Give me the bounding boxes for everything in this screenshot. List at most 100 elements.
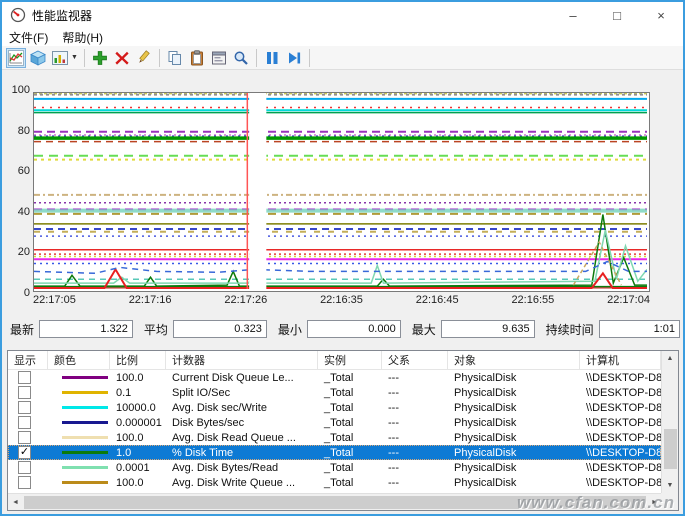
cell-counter: Current Disk Queue Le... bbox=[172, 371, 294, 384]
chart-canvas bbox=[34, 93, 647, 289]
chart-plot-area[interactable] bbox=[33, 92, 650, 292]
x-tick-label: 22:17:04 bbox=[607, 294, 650, 306]
scroll-left-icon[interactable]: ◄ bbox=[8, 499, 23, 506]
cell-computer: \\DESKTOP-D8QA bbox=[586, 371, 661, 384]
x-tick-label: 22:16:55 bbox=[511, 294, 555, 306]
x-tick-label: 22:17:05 bbox=[33, 294, 76, 306]
stat-value: 1:01 bbox=[598, 320, 680, 338]
stat-value: 0.000 bbox=[306, 320, 401, 338]
show-checkbox[interactable] bbox=[18, 401, 31, 414]
cell-parent: --- bbox=[388, 446, 399, 459]
chart-view-button[interactable] bbox=[6, 47, 26, 68]
show-checkbox[interactable]: ✓ bbox=[18, 446, 31, 459]
toolbar-separator bbox=[158, 48, 160, 67]
cell-computer: \\DESKTOP-D8QA bbox=[586, 386, 661, 399]
chart-type-icon bbox=[52, 50, 68, 65]
menu-file[interactable]: 文件(F) bbox=[2, 29, 55, 46]
table-row[interactable]: 100.0 Avg. Disk Write Queue ... _Total -… bbox=[8, 475, 661, 490]
y-tick-label: 60 bbox=[17, 165, 30, 178]
show-checkbox[interactable] bbox=[18, 461, 31, 474]
x-icon bbox=[115, 51, 129, 65]
x-tick-label: 22:17:26 bbox=[224, 294, 268, 306]
cell-instance: _Total bbox=[324, 386, 354, 399]
color-swatch bbox=[62, 406, 108, 409]
column-header[interactable]: 父系 bbox=[382, 351, 448, 369]
color-swatch bbox=[62, 481, 108, 484]
y-tick-label: 80 bbox=[17, 124, 30, 137]
cell-computer: \\DESKTOP-D8QA bbox=[586, 416, 661, 429]
zoom-button[interactable] bbox=[231, 48, 251, 68]
cell-scale: 100.0 bbox=[116, 431, 144, 444]
color-swatch bbox=[62, 391, 108, 394]
show-checkbox[interactable] bbox=[18, 431, 31, 444]
show-checkbox[interactable] bbox=[18, 371, 31, 384]
color-swatch bbox=[62, 451, 108, 454]
column-header[interactable]: 颜色 bbox=[48, 351, 110, 369]
cell-counter: Disk Bytes/sec bbox=[172, 416, 245, 429]
pause-icon bbox=[266, 51, 278, 64]
column-header[interactable]: 实例 bbox=[318, 351, 382, 369]
y-tick-label: 20 bbox=[17, 246, 30, 259]
x-tick-label: 22:16:35 bbox=[320, 294, 363, 306]
cell-instance: _Total bbox=[324, 431, 354, 444]
column-header[interactable]: 计数器 bbox=[166, 351, 318, 369]
cell-instance: _Total bbox=[324, 476, 354, 489]
table-row[interactable]: 0.0001 Avg. Disk Bytes/Read _Total --- P… bbox=[8, 460, 661, 475]
counter-rows: 100.0 Current Disk Queue Le... _Total --… bbox=[8, 370, 661, 490]
toolbar-separator bbox=[308, 48, 310, 67]
cell-parent: --- bbox=[388, 476, 399, 489]
table-row[interactable]: 0.000001 Disk Bytes/sec _Total --- Physi… bbox=[8, 415, 661, 430]
cell-scale: 10000.0 bbox=[116, 401, 156, 414]
vertical-scrollbar[interactable]: ▲ ▼ bbox=[661, 351, 678, 493]
toolbar: ▼ bbox=[2, 46, 683, 70]
chart-type-dropdown-arrow[interactable]: ▼ bbox=[71, 54, 78, 61]
delete-counter-button[interactable] bbox=[112, 48, 132, 68]
close-button[interactable]: × bbox=[639, 2, 683, 28]
scroll-down-icon[interactable]: ▼ bbox=[662, 478, 678, 493]
table-row[interactable]: ✓ 1.0 % Disk Time _Total --- PhysicalDis… bbox=[8, 445, 661, 460]
update-data-button[interactable] bbox=[284, 48, 304, 68]
add-counter-button[interactable] bbox=[90, 48, 110, 68]
cell-parent: --- bbox=[388, 371, 399, 384]
table-row[interactable]: 0.1 Split IO/Sec _Total --- PhysicalDisk… bbox=[8, 385, 661, 400]
show-checkbox[interactable] bbox=[18, 416, 31, 429]
vertical-scroll-thumb[interactable] bbox=[664, 429, 677, 469]
color-swatch bbox=[62, 421, 108, 424]
column-header[interactable]: 对象 bbox=[448, 351, 580, 369]
x-tick-label: 22:17:16 bbox=[128, 294, 172, 306]
chart-type-button[interactable] bbox=[50, 48, 70, 68]
scroll-up-icon[interactable]: ▲ bbox=[662, 351, 678, 366]
plus-icon bbox=[93, 50, 107, 65]
x-axis-labels: 22:17:05 22:17:16 22:17:26 22:16:35 22:16:45… bbox=[33, 294, 650, 306]
cell-computer: \\DESKTOP-D8QA bbox=[586, 476, 661, 489]
cell-parent: --- bbox=[388, 401, 399, 414]
table-row[interactable]: 100.0 Current Disk Queue Le... _Total --… bbox=[8, 370, 661, 385]
maximize-button[interactable]: □ bbox=[595, 2, 639, 28]
y-axis-labels: 100 80 60 40 20 0 bbox=[2, 84, 30, 299]
column-header[interactable]: 比例 bbox=[110, 351, 166, 369]
table-row[interactable]: 100.0 Avg. Disk Read Queue ... _Total --… bbox=[8, 430, 661, 445]
x-tick-label: 22:16:45 bbox=[415, 294, 459, 306]
cell-object: PhysicalDisk bbox=[454, 431, 517, 444]
cell-instance: _Total bbox=[324, 416, 354, 429]
properties-button[interactable] bbox=[209, 48, 229, 68]
show-checkbox[interactable] bbox=[18, 386, 31, 399]
stat-value: 0.323 bbox=[172, 320, 267, 338]
table-row[interactable]: 10000.0 Avg. Disk sec/Write _Total --- P… bbox=[8, 400, 661, 415]
stat-label: 最小 bbox=[277, 322, 302, 337]
paste-counter-list-button[interactable] bbox=[187, 48, 207, 68]
copy-properties-button[interactable] bbox=[165, 48, 185, 68]
column-header[interactable]: 计算机 bbox=[580, 351, 661, 369]
cell-computer: \\DESKTOP-D8QA bbox=[586, 446, 661, 459]
magnifier-icon bbox=[234, 51, 248, 65]
highlight-button[interactable] bbox=[134, 48, 154, 68]
freeze-display-button[interactable] bbox=[262, 48, 282, 68]
column-header[interactable]: 显示 bbox=[8, 351, 48, 369]
minimize-button[interactable]: – bbox=[551, 2, 595, 28]
view-current-activity-button[interactable] bbox=[28, 48, 48, 68]
menu-help[interactable]: 帮助(H) bbox=[55, 29, 110, 46]
show-checkbox[interactable] bbox=[18, 476, 31, 489]
color-swatch bbox=[62, 436, 108, 439]
cell-instance: _Total bbox=[324, 446, 354, 459]
cell-counter: % Disk Time bbox=[172, 446, 234, 459]
